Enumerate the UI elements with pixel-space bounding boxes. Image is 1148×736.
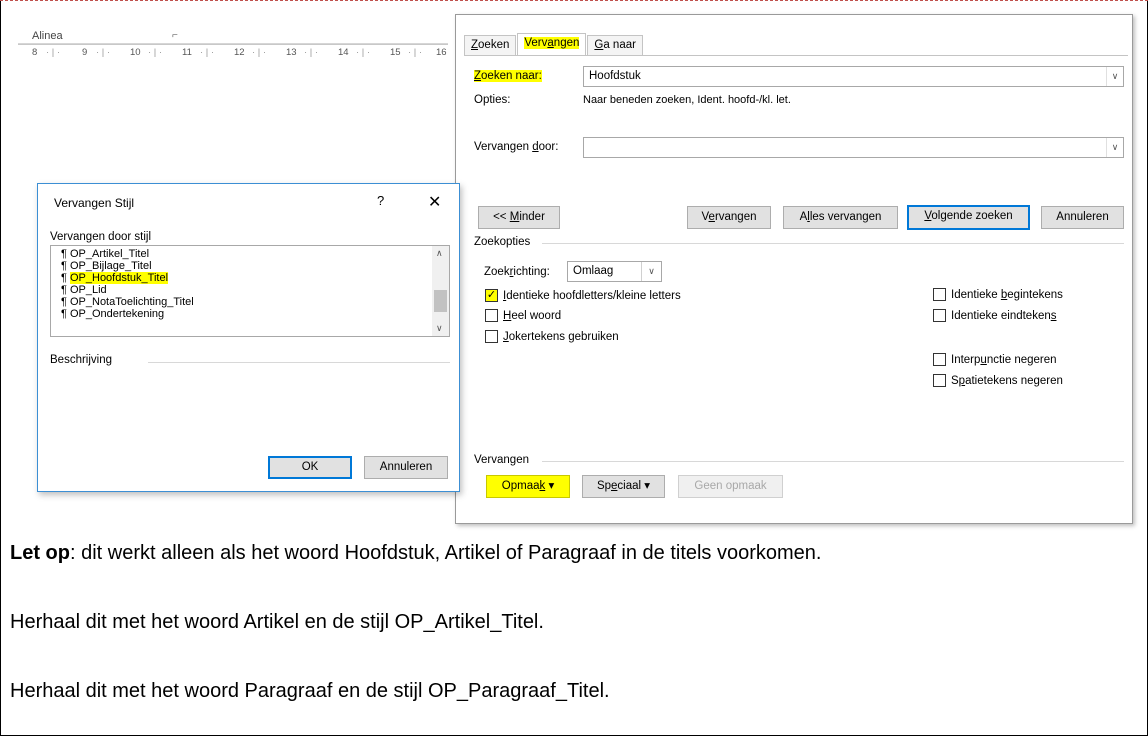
help-icon[interactable]: ?: [377, 193, 384, 208]
dialog-title: Vervangen Stijl: [54, 196, 135, 210]
group-divider: [542, 461, 1124, 462]
close-icon[interactable]: ✕: [428, 192, 441, 212]
list-item[interactable]: ¶ OP_Artikel_Titel: [61, 248, 149, 260]
pilcrow-icon: ¶: [61, 296, 67, 308]
options-label: Opties:: [474, 94, 511, 106]
group-divider: [148, 362, 450, 363]
group-divider: [542, 243, 1124, 244]
no-formatting-button[interactable]: Geen opmaak: [678, 475, 783, 498]
description-label: Beschrijving: [50, 354, 112, 366]
search-options-title: Zoekopties: [474, 236, 531, 248]
ruler-mark: · | ·: [46, 47, 61, 58]
ruler-tick: 15: [390, 47, 401, 58]
tab-strip: Zoeken Vervangen Ga naar: [464, 33, 644, 57]
special-button[interactable]: Speciaal ▾: [582, 475, 665, 498]
pilcrow-icon: ¶: [61, 260, 67, 272]
options-value: Naar beneden zoeken, Ident. hoofd-/kl. l…: [583, 94, 791, 106]
scrollbar-thumb[interactable]: [434, 290, 447, 312]
checkbox-box[interactable]: [485, 330, 498, 343]
tab-zoeken[interactable]: Zoeken: [464, 35, 517, 55]
ruler-mark: · | ·: [200, 47, 215, 58]
replace-button[interactable]: Vervangen: [687, 206, 771, 229]
note-paragraph: Let op: dit werkt alleen als het woord H…: [10, 542, 822, 564]
tab-vervangen[interactable]: Vervangen: [517, 33, 587, 55]
replace-all-button[interactable]: Alles vervangen: [783, 206, 898, 229]
find-input[interactable]: Hoofdstuk ∨: [583, 66, 1124, 87]
direction-label: Zoekrichting:: [484, 266, 550, 278]
checkbox-box[interactable]: [485, 309, 498, 322]
tab-ga-naar[interactable]: Ga naar: [587, 35, 643, 55]
style-listbox[interactable]: ¶ OP_Artikel_Titel ¶ OP_Bijlage_Titel ¶ …: [50, 245, 450, 337]
checkbox-box[interactable]: [933, 288, 946, 301]
top-border: [0, 0, 1148, 3]
ruler-tick: 10: [130, 47, 141, 58]
ribbon-group-bar: [18, 26, 448, 44]
whole-word-checkbox[interactable]: Heel woord: [485, 309, 561, 322]
instruction-line: Herhaal dit met het woord Paragraaf en d…: [10, 680, 610, 702]
ruler-tick: 14: [338, 47, 349, 58]
scrollbar[interactable]: ∧ ∨: [432, 246, 449, 336]
instruction-line: Herhaal dit met het woord Artikel en de …: [10, 611, 544, 633]
wildcards-checkbox[interactable]: Jokertekens gebruiken: [485, 330, 619, 343]
ok-button[interactable]: OK: [268, 456, 352, 479]
pilcrow-icon: ¶: [61, 272, 67, 284]
style-list-label: Vervangen door stijl: [50, 231, 152, 243]
checkbox-box[interactable]: [933, 309, 946, 322]
ruler[interactable]: 8 · | · 9 · | · 10 · | · 11 · | · 12 · |…: [18, 47, 450, 61]
ribbon-group-label: Alinea: [32, 30, 63, 42]
match-case-checkbox[interactable]: ✓ Identieke hoofdletters/kleine letters: [485, 289, 681, 302]
checkbox-box[interactable]: [933, 353, 946, 366]
chevron-down-icon[interactable]: ∨: [1106, 138, 1123, 157]
list-item[interactable]: ¶ OP_Ondertekening: [61, 308, 164, 320]
ruler-mark: · | ·: [304, 47, 319, 58]
match-suffix-checkbox[interactable]: Identieke eindtekens: [933, 309, 1057, 322]
ribbon-separator: [18, 44, 448, 45]
ruler-tick: 11: [182, 47, 192, 58]
cancel-button[interactable]: Annuleren: [1041, 206, 1124, 229]
less-button[interactable]: << Minder: [478, 206, 560, 229]
ruler-mark: · | ·: [356, 47, 371, 58]
chevron-down-icon[interactable]: ∨: [1106, 67, 1123, 86]
replace-input[interactable]: ∨: [583, 137, 1124, 158]
format-button[interactable]: Opmaak ▾: [486, 475, 570, 498]
match-prefix-checkbox[interactable]: Identieke begintekens: [933, 288, 1063, 301]
replace-style-dialog: Vervangen Stijl ? ✕ Vervangen door stijl…: [37, 183, 460, 492]
find-next-button[interactable]: Volgende zoeken: [907, 205, 1030, 230]
ignore-punctuation-checkbox[interactable]: Interpunctie negeren: [933, 353, 1057, 366]
replace-section-title: Vervangen: [474, 454, 529, 466]
ruler-tick: 13: [286, 47, 297, 58]
ruler-mark: · | ·: [408, 47, 423, 58]
list-item-selected[interactable]: ¶ OP_Hoofdstuk_Titel: [61, 272, 169, 284]
ruler-tick: 12: [234, 47, 245, 58]
pilcrow-icon: ¶: [61, 284, 67, 296]
list-item[interactable]: ¶ OP_NotaToelichting_Titel: [61, 296, 194, 308]
checkbox-box[interactable]: [933, 374, 946, 387]
chevron-down-icon[interactable]: ∨: [436, 323, 443, 334]
ruler-mark: · | ·: [96, 47, 111, 58]
ruler-tick: 8: [32, 47, 38, 58]
find-replace-dialog: Zoeken Vervangen Ga naar Zoeken naar: Ho…: [455, 14, 1133, 524]
ruler-tick: 9: [82, 47, 88, 58]
cancel-button[interactable]: Annuleren: [364, 456, 448, 479]
replace-label: Vervangen door:: [474, 141, 559, 153]
ruler-mark: · | ·: [252, 47, 267, 58]
pilcrow-icon: ¶: [61, 248, 67, 260]
pilcrow-icon: ¶: [61, 308, 67, 320]
ignore-whitespace-checkbox[interactable]: Spatietekens negeren: [933, 374, 1063, 387]
check-icon[interactable]: ✓: [485, 289, 498, 302]
ruler-tick: 16: [436, 47, 447, 58]
list-item[interactable]: ¶ OP_Bijlage_Titel: [61, 260, 152, 272]
direction-select[interactable]: Omlaag ∨: [567, 261, 662, 282]
find-label: Zoeken naar:: [474, 70, 542, 82]
chevron-down-icon[interactable]: ∨: [641, 262, 661, 281]
chevron-up-icon[interactable]: ∧: [436, 248, 443, 259]
dialog-launcher-icon[interactable]: ⌐: [172, 30, 178, 41]
list-item[interactable]: ¶ OP_Lid: [61, 284, 107, 296]
tab-divider: [464, 55, 1128, 56]
ruler-mark: · | ·: [148, 47, 163, 58]
